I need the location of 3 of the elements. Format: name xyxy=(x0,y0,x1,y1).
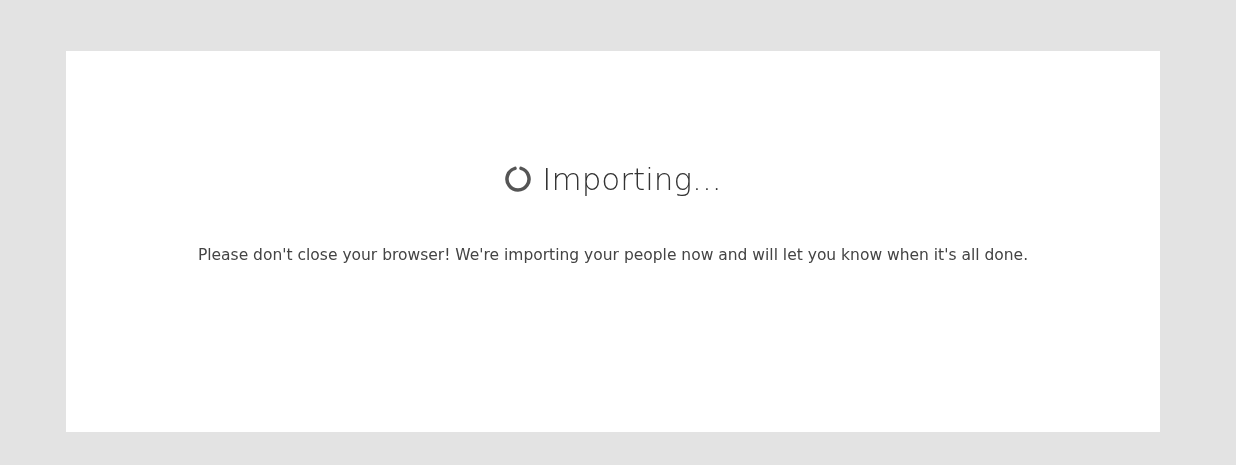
dialog-message: Please don't close your browser! We're importing your people now and will let you know when it's all done. xyxy=(196,245,1030,266)
spinner-icon xyxy=(504,165,533,193)
dialog-title: Importing... xyxy=(542,161,722,197)
